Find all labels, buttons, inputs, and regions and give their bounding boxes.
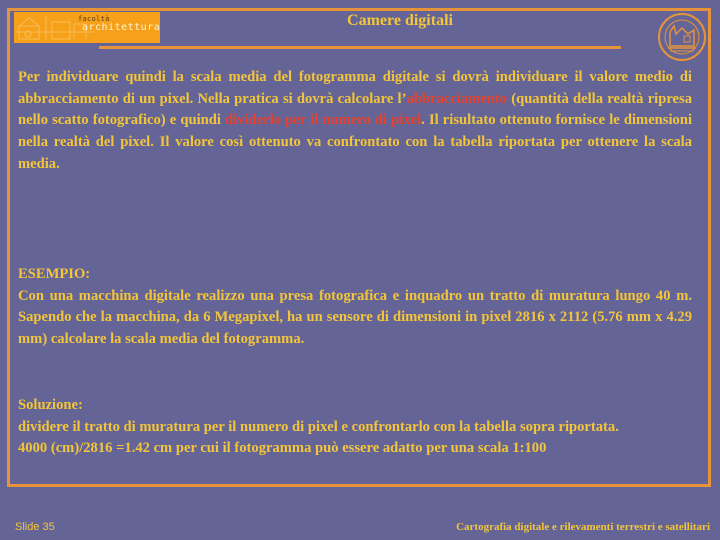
solution-heading: Soluzione: — [18, 397, 83, 413]
example-text: Con una macchina digitale realizzo una p… — [18, 287, 692, 348]
highlight-abbracciamento: abbracciamento — [406, 90, 507, 107]
solution-block: Soluzione: dividere il tratto di muratur… — [18, 395, 692, 460]
slide-title: Camere digitali — [347, 12, 453, 29]
logo-line-architettura: architettura — [82, 22, 160, 33]
solution-line-1: dividere il tratto di muratura per il nu… — [18, 418, 619, 435]
example-block: ESEMPIO: Con una macchina digitale reali… — [18, 264, 692, 351]
highlight-divide-by-pixels: dividerlo per il numero di pixel — [225, 112, 422, 129]
slide-number: Slide 35 — [15, 521, 55, 533]
course-title: Cartografia digitale e rilevamenti terre… — [456, 521, 710, 533]
intro-paragraph: Per individuare quindi la scala media de… — [18, 67, 692, 176]
title-underline — [99, 46, 621, 49]
faculty-logo: facoltà architettura — [14, 12, 160, 43]
example-heading: ESEMPIO: — [18, 266, 91, 282]
solution-line-2: 4000 (cm)/2816 =1.42 cm per cui il fotog… — [18, 440, 547, 457]
university-seal-icon — [658, 13, 706, 61]
